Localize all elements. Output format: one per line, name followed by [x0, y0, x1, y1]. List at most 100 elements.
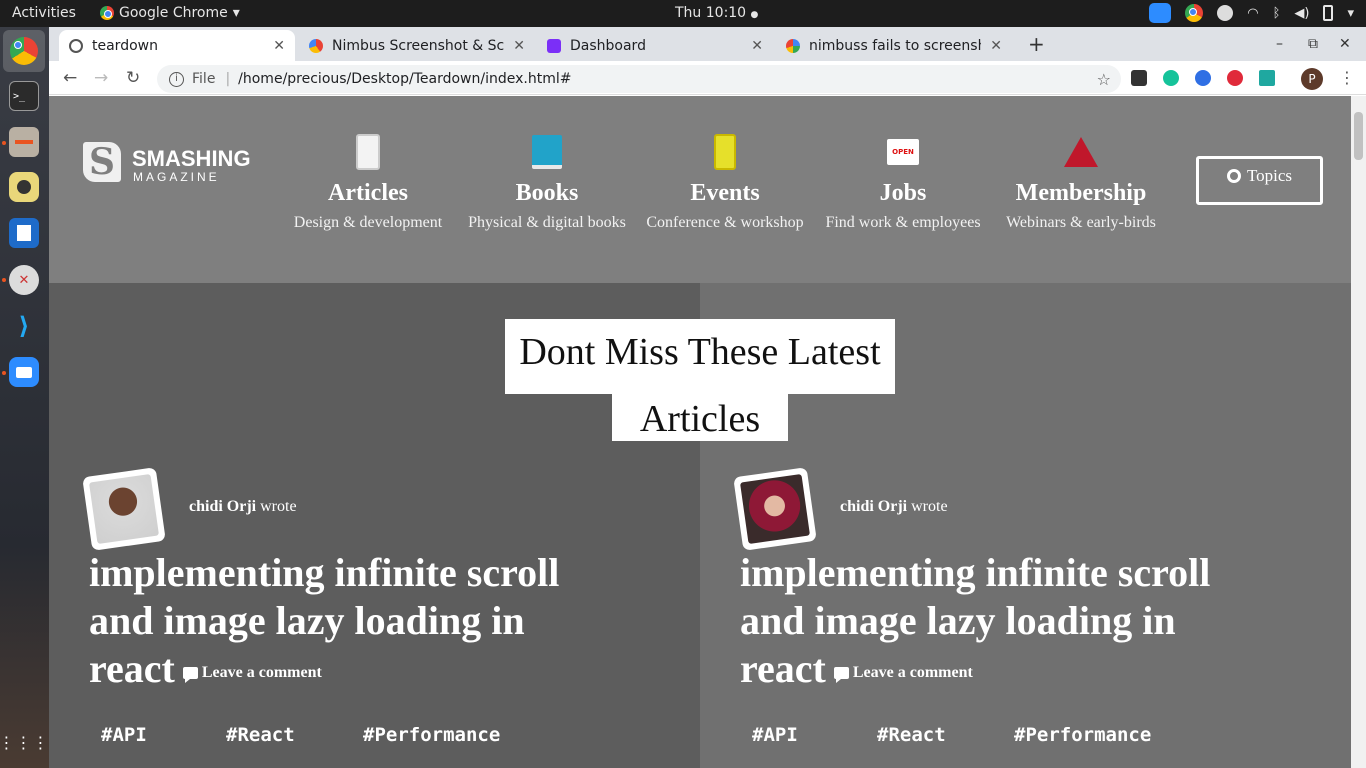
tag-performance[interactable]: #Performance [1014, 724, 1151, 746]
article-title-text[interactable]: implementing infinite scroll and image l… [89, 550, 559, 691]
comment-icon [833, 667, 849, 684]
leave-comment-link[interactable]: Leave a comment [826, 663, 973, 684]
app-menu[interactable]: Google Chrome ▾ [100, 5, 240, 21]
scrollbar-thumb[interactable] [1354, 112, 1363, 160]
tab-title: Dashboard [570, 37, 646, 54]
running-indicator [2, 141, 6, 145]
close-window-button[interactable]: ✕ [1339, 36, 1351, 52]
article-title[interactable]: implementing infinite scroll and image l… [89, 549, 589, 693]
dock-settings[interactable]: ✕ [9, 265, 39, 295]
close-tab-icon[interactable]: ✕ [267, 38, 285, 54]
speaker-icon [17, 180, 31, 194]
extension-c-icon[interactable] [1195, 70, 1211, 86]
tab-title: nimbuss fails to screensh [809, 37, 981, 54]
leave-comment-label: Leave a comment [852, 663, 973, 681]
comment-icon [182, 667, 198, 684]
tag-performance[interactable]: #Performance [363, 724, 500, 746]
back-button[interactable]: ← [63, 68, 77, 88]
document-icon [17, 225, 31, 241]
author-name[interactable]: chidi Orji [840, 498, 907, 515]
bluetooth-icon[interactable]: ᛒ [1273, 6, 1281, 21]
author-name[interactable]: chidi Orji [189, 498, 256, 515]
new-tab-button[interactable]: + [1028, 32, 1045, 56]
dock-vscode[interactable]: ⟩ [9, 311, 39, 341]
chrome-menu-icon[interactable]: ⋮ [1339, 68, 1355, 87]
dashboard-icon [547, 38, 561, 53]
tag-api[interactable]: #API [101, 724, 147, 746]
update-icon[interactable] [1217, 5, 1234, 21]
activities-button[interactable]: Activities [12, 5, 76, 21]
bookmark-star-icon[interactable]: ☆ [1097, 70, 1111, 89]
volume-icon[interactable]: ◀) [1294, 6, 1309, 21]
author-avatar[interactable] [82, 467, 166, 551]
zoom-icon[interactable] [1149, 3, 1172, 23]
url-text: /home/precious/Desktop/Teardown/index.ht… [238, 71, 572, 87]
dock-writer[interactable] [9, 218, 39, 248]
maximize-button[interactable]: ⧉ [1308, 36, 1318, 52]
extension-red-icon[interactable] [1227, 70, 1243, 86]
chevron-down-icon: ▾ [232, 5, 240, 21]
article-title[interactable]: implementing infinite scroll and image l… [740, 549, 1240, 693]
author-wrote: wrote [260, 498, 297, 515]
tab-teardown[interactable]: teardown ✕ [59, 30, 295, 61]
dock-rhythmbox[interactable] [9, 172, 39, 202]
dock-terminal[interactable]: >_ [9, 81, 39, 111]
article-title-text[interactable]: implementing infinite scroll and image l… [740, 550, 1210, 691]
tab-nimbus[interactable]: Nimbus Screenshot & Scre ✕ [299, 30, 535, 61]
camera-icon [16, 366, 32, 378]
info-icon[interactable]: i [169, 71, 184, 87]
tab-strip: teardown ✕ Nimbus Screenshot & Scre ✕ Da… [49, 27, 1366, 61]
tab-dashboard[interactable]: Dashboard ✕ [537, 30, 773, 61]
file-cabinet-icon [15, 140, 33, 144]
tag-api[interactable]: #API [752, 724, 798, 746]
wifi-icon[interactable]: ◠ [1247, 6, 1258, 21]
author-wrote: wrote [911, 498, 948, 515]
address-bar[interactable]: i File | /home/precious/Desktop/Teardown… [157, 65, 1121, 93]
grammarly-icon[interactable] [1163, 70, 1179, 86]
battery-icon[interactable] [1323, 5, 1334, 21]
chrome-icon [100, 6, 114, 20]
tag-react[interactable]: #React [877, 724, 946, 746]
chrome-tray-icon[interactable] [1185, 4, 1204, 22]
app-name: Google Chrome [119, 5, 228, 21]
running-indicator [2, 371, 6, 375]
toolbar: ← → ↻ i File | /home/precious/Desktop/Te… [49, 61, 1366, 95]
leave-comment-link[interactable]: Leave a comment [175, 664, 322, 684]
dock-chrome[interactable] [3, 30, 45, 72]
author-avatar[interactable] [733, 467, 817, 551]
system-tray[interactable]: ◠ ᛒ ◀) ▾ [1149, 3, 1354, 23]
nimbus-extension-icon[interactable] [1259, 70, 1275, 86]
close-tab-icon[interactable]: ✕ [507, 38, 525, 54]
tab-title: Nimbus Screenshot & Scre [332, 37, 504, 54]
tag-react[interactable]: #React [226, 724, 295, 746]
close-tab-icon[interactable]: ✕ [745, 38, 763, 54]
reload-button[interactable]: ↻ [126, 68, 140, 88]
author-line: chidi Orji wrote [189, 498, 297, 516]
google-icon [786, 38, 800, 53]
clock[interactable]: Thu 10:10 ● [675, 5, 758, 21]
forward-button[interactable]: → [94, 68, 108, 88]
chrome-icon [10, 37, 38, 65]
minimize-button[interactable]: – [1276, 36, 1283, 52]
author-line: chidi Orji wrote [840, 498, 948, 516]
notification-dot-icon: ● [750, 10, 759, 20]
dock-zoom[interactable] [9, 357, 39, 387]
extension-cube-icon[interactable] [1131, 70, 1147, 86]
page-viewport: S SMASHING MAGAZINE Articles Design & de… [49, 96, 1351, 768]
url-scheme-label: File [192, 71, 216, 87]
show-applications-icon[interactable]: ⋮⋮⋮ [0, 727, 49, 757]
tab-google-search[interactable]: nimbuss fails to screensh ✕ [776, 30, 1012, 61]
system-top-bar: Activities Google Chrome ▾ Thu 10:10 ● ◠… [0, 0, 1366, 27]
dock-files[interactable] [9, 127, 39, 157]
url-separator: | [225, 71, 231, 87]
power-menu-icon[interactable]: ▾ [1347, 6, 1354, 21]
vertical-scrollbar[interactable] [1351, 96, 1366, 768]
profile-avatar[interactable]: P [1301, 68, 1323, 90]
author-photo [88, 473, 160, 545]
wrench-icon: ✕ [18, 272, 30, 288]
browser-window: teardown ✕ Nimbus Screenshot & Scre ✕ Da… [49, 27, 1366, 768]
article-card: chidi Orji wrote implementing infinite s… [700, 96, 1351, 746]
globe-icon [69, 38, 83, 53]
close-tab-icon[interactable]: ✕ [984, 38, 1002, 54]
tab-title: teardown [92, 37, 158, 54]
